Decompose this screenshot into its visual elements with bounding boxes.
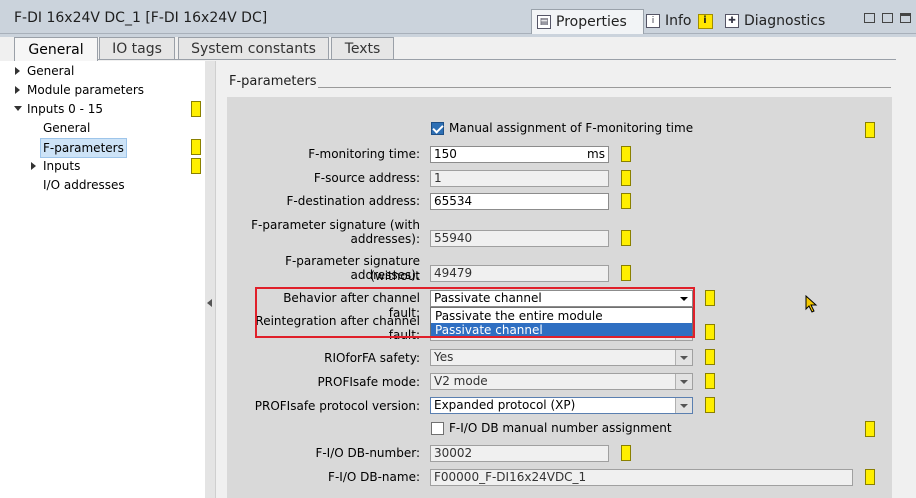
flag-icon (191, 139, 201, 155)
flag-icon (705, 397, 715, 413)
window-title: F-DI 16x24V DC_1 [F-DI 16x24V DC] (14, 10, 268, 26)
flag-icon (865, 122, 875, 138)
expand-icon[interactable] (15, 67, 20, 75)
section-title: F-parameters (229, 74, 317, 89)
db-manual-label: F-I/O DB manual number assignment (449, 421, 672, 435)
chevron-down-icon[interactable] (675, 374, 692, 389)
signature-with-field: 55940 (430, 230, 609, 247)
monitoring-time-input[interactable]: 150 ms (430, 146, 609, 163)
collapse-arrow-icon[interactable] (207, 299, 212, 307)
flag-icon (621, 193, 631, 209)
source-address-label: F-source address: (313, 171, 420, 185)
tab-info-label: Info (665, 13, 692, 29)
tab-properties[interactable]: ▤ Properties (531, 9, 644, 34)
db-name-field: F00000_F-DI16x24VDC_1 (430, 469, 853, 486)
nav-item-inputs-general[interactable]: General (43, 119, 90, 137)
profisafe-mode-label: PROFIsafe mode: (317, 375, 420, 389)
subtab-general[interactable]: General (14, 37, 98, 61)
subtab-divider (98, 59, 896, 60)
nav-item-module-parameters[interactable]: Module parameters (27, 81, 144, 99)
flag-icon (705, 349, 715, 365)
info-badge: i (697, 13, 713, 29)
db-number-label: F-I/O DB-number: (315, 446, 420, 460)
protocol-value: Expanded protocol (XP) (434, 398, 576, 412)
collapse-icon[interactable] (14, 106, 22, 111)
monitoring-time-unit: ms (587, 147, 605, 161)
chevron-down-icon[interactable] (675, 398, 692, 413)
splitter-handle[interactable] (205, 61, 216, 498)
signature-with-label-line2: addresses): (350, 232, 420, 246)
maximize-window-icon[interactable] (900, 13, 911, 23)
flag-icon (621, 265, 631, 281)
subtab-io-tags[interactable]: IO tags (99, 37, 175, 59)
flag-icon (865, 469, 875, 485)
tab-diagnostics-label: Diagnostics (744, 13, 826, 29)
flag-icon (705, 324, 715, 340)
flag-icon (705, 290, 715, 306)
riofa-select[interactable]: Yes (430, 349, 693, 366)
db-manual-checkbox[interactable] (431, 422, 444, 435)
diagnostics-icon: ✚ (725, 14, 739, 28)
riofa-label: RIOforFA safety: (324, 351, 420, 365)
chevron-down-icon[interactable] (675, 350, 692, 365)
flag-icon (621, 170, 631, 186)
profisafe-mode-select[interactable]: V2 mode (430, 373, 693, 390)
source-address-field: 1 (430, 170, 609, 187)
destination-address-input[interactable]: 65534 (430, 193, 609, 210)
nav-item-general[interactable]: General (27, 62, 74, 80)
tab-properties-label: Properties (556, 14, 627, 30)
flag-icon (621, 445, 631, 461)
monitoring-time-label: F-monitoring time: (308, 147, 420, 161)
db-number-field: 30002 (430, 445, 609, 462)
protocol-label: PROFIsafe protocol version: (254, 399, 420, 413)
flag-icon (705, 373, 715, 389)
flag-icon (865, 421, 875, 437)
subtab-system-constants[interactable]: System constants (178, 37, 329, 59)
nav-item-f-parameters[interactable]: F-parameters (40, 138, 127, 158)
title-divider (0, 33, 916, 34)
signature-without-field: 49479 (430, 265, 609, 282)
profisafe-mode-value: V2 mode (434, 374, 488, 388)
signature-without-label-line2: addresses): (350, 268, 420, 282)
manual-monitoring-checkbox[interactable] (431, 122, 444, 135)
nav-item-io-addresses[interactable]: I/O addresses (43, 176, 125, 194)
destination-address-label: F-destination address: (286, 194, 420, 208)
info-icon: i (646, 14, 660, 28)
monitoring-time-value: 150 (434, 147, 457, 161)
tab-info[interactable]: i Info i (646, 9, 722, 33)
expand-icon[interactable] (31, 162, 36, 170)
riofa-value: Yes (434, 350, 454, 364)
subtab-texts[interactable]: Texts (331, 37, 394, 59)
flag-icon (621, 146, 631, 162)
flag-icon (191, 101, 201, 117)
mouse-cursor-icon (805, 295, 818, 313)
nav-item-inputs-0-15[interactable]: Inputs 0 - 15 (27, 100, 103, 118)
nav-tree: General Module parameters Inputs 0 - 15 … (0, 61, 206, 498)
protocol-select[interactable]: Expanded protocol (XP) (430, 397, 693, 414)
expand-icon[interactable] (15, 86, 20, 94)
db-name-label: F-I/O DB-name: (328, 470, 420, 484)
float-window-icon[interactable] (882, 13, 893, 23)
signature-with-label-line1: F-parameter signature (with (251, 218, 420, 232)
flag-icon (191, 158, 201, 174)
manual-monitoring-label: Manual assignment of F-monitoring time (449, 121, 694, 135)
restore-window-icon[interactable] (864, 13, 875, 23)
properties-icon: ▤ (537, 15, 551, 29)
nav-item-inputs[interactable]: Inputs (43, 157, 80, 175)
tab-diagnostics[interactable]: ✚ Diagnostics (723, 9, 853, 33)
highlight-annotation (255, 287, 695, 338)
section-rule (318, 87, 891, 88)
flag-icon (621, 230, 631, 246)
